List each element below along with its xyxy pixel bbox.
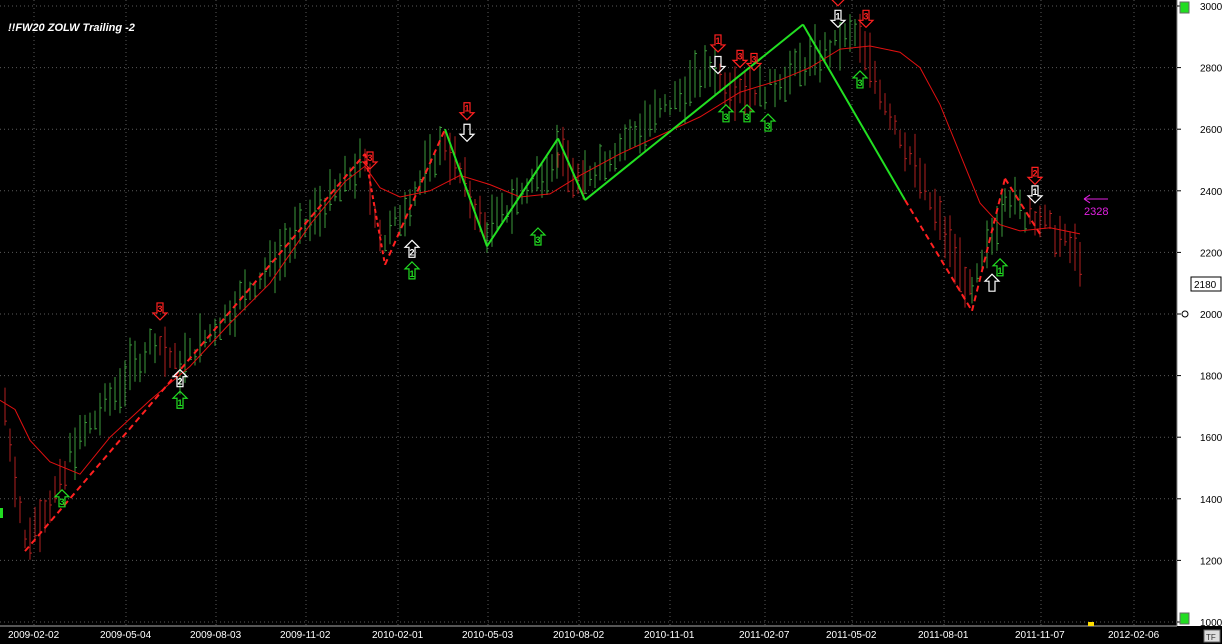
xtick-label: 2009-08-03 (190, 630, 242, 641)
marker-label: 1 (410, 269, 415, 279)
ytick-label: 2200 (1200, 248, 1222, 259)
scroll-handle-bottom[interactable] (1179, 612, 1190, 625)
current-time-indicator (1088, 622, 1094, 626)
marker-label: 1 (716, 36, 721, 46)
ytick-label: 1600 (1200, 433, 1222, 444)
marker-label: 1 (465, 104, 470, 114)
ytick-label: 1400 (1200, 495, 1222, 506)
ytick-label: 2000 (1200, 310, 1222, 321)
last-price-label: 2180 (1194, 280, 1217, 291)
ytick-label: 3000 (1200, 2, 1222, 13)
marker-label: 3 (536, 235, 541, 245)
tf-label: TF (1206, 633, 1216, 642)
xtick-label: 2011-11-07 (1015, 630, 1065, 641)
scroll-handle-top[interactable] (1179, 1, 1190, 14)
marker-label: 3 (745, 112, 750, 122)
xtick-label: 2012-02-06 (1108, 630, 1160, 641)
chart-canvas[interactable]: 32133211313 33 331 33211 2328 1000120014001… (0, 0, 1222, 644)
xtick-label: 2011-02-07 (739, 630, 790, 641)
xtick-label: 2009-02-02 (8, 630, 60, 641)
xtick-label: 2011-08-01 (918, 630, 969, 641)
marker-label: 2 (1033, 168, 1038, 178)
xtick-label: 2009-05-04 (100, 630, 152, 641)
left-scroll-indicator[interactable] (0, 508, 3, 518)
marker-label: 3 (158, 304, 163, 314)
plot-area[interactable] (0, 0, 1177, 626)
xtick-label: 2010-11-01 (644, 630, 695, 641)
xtick-label: 2010-08-02 (553, 630, 605, 641)
marker-label: 2 (178, 377, 183, 387)
marker-label: 2 (410, 247, 415, 257)
xtick-label: 2011-05-02 (826, 630, 877, 641)
marker-label: 3 (60, 497, 65, 507)
ytick-label: 2600 (1200, 125, 1222, 136)
ytick-label: 1200 (1200, 556, 1222, 567)
marker-label: 3 (738, 51, 743, 61)
marker-label: 3 (368, 153, 373, 163)
marker-label: 3 (724, 112, 729, 122)
xtick-label: 2010-05-03 (462, 630, 514, 641)
ytick-label: 2800 (1200, 64, 1222, 75)
marker-label: 1 (178, 398, 183, 408)
xtick-label: 2009-11-02 (280, 630, 331, 641)
target-label: 2328 (1084, 206, 1108, 218)
crosshair-toggle-icon[interactable] (1181, 310, 1189, 318)
marker-label: 3 (858, 78, 863, 88)
marker-label: 3 (864, 11, 869, 21)
chart-title: !!FW20 ZOLW Trailing -2 (8, 22, 135, 34)
marker-label: 3 (766, 121, 771, 131)
marker-label: 1 (998, 266, 1003, 276)
marker-label: 1 (1033, 187, 1038, 197)
marker-label: 1 (836, 11, 841, 21)
ytick-label: 1800 (1200, 372, 1222, 383)
ytick-label: 2400 (1200, 187, 1222, 198)
xtick-label: 2010-02-01 (372, 630, 424, 641)
chart-window[interactable]: 321332113133333133211 2328 1000 1200 1400 1… (0, 0, 1222, 644)
marker-label: 3 (752, 54, 757, 64)
